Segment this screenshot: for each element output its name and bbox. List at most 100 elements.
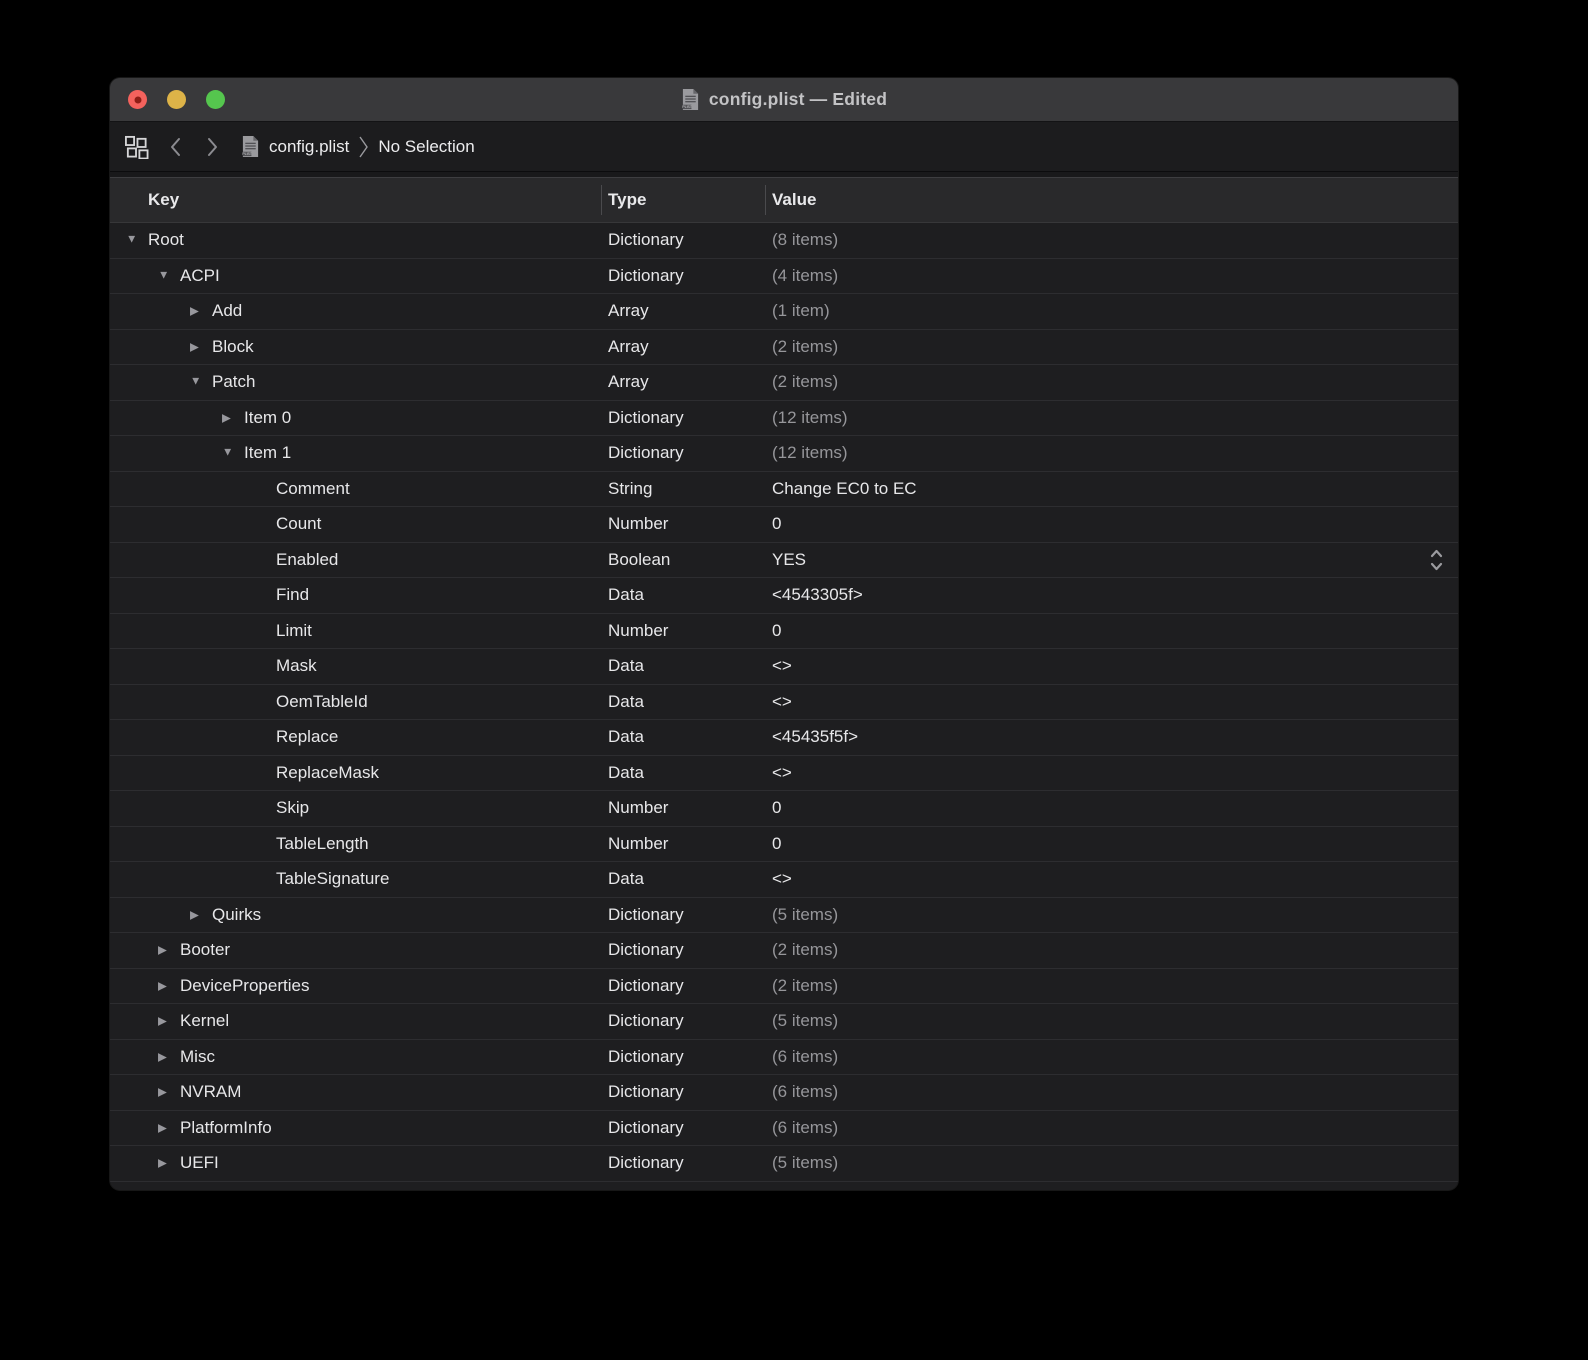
- table-row[interactable]: LimitNumber0: [110, 614, 1458, 650]
- row-value-cell[interactable]: (1 item): [765, 301, 1458, 321]
- row-value-cell[interactable]: <>: [765, 692, 1458, 712]
- disclosure-collapsed-icon[interactable]: ▶: [222, 410, 244, 424]
- related-items-button[interactable]: [124, 134, 149, 159]
- row-value-cell[interactable]: (12 items): [765, 408, 1458, 428]
- table-row[interactable]: ▶BooterDictionary(2 items): [110, 933, 1458, 969]
- breadcrumb-selection[interactable]: No Selection: [378, 137, 474, 157]
- table-row[interactable]: FindData<4543305f>: [110, 578, 1458, 614]
- row-value-cell[interactable]: <>: [765, 869, 1458, 889]
- disclosure-collapsed-icon[interactable]: ▶: [158, 978, 180, 992]
- row-value-cell[interactable]: (5 items): [765, 1153, 1458, 1173]
- row-value-cell[interactable]: 0: [765, 798, 1458, 818]
- table-row[interactable]: SkipNumber0: [110, 791, 1458, 827]
- row-value-cell[interactable]: 0: [765, 834, 1458, 854]
- column-header-key[interactable]: Key: [110, 178, 601, 222]
- table-row[interactable]: ▶MiscDictionary(6 items): [110, 1040, 1458, 1076]
- disclosure-expanded-icon[interactable]: ▼: [126, 234, 148, 246]
- column-header-value[interactable]: Value: [765, 178, 1458, 222]
- row-type-cell[interactable]: Dictionary: [601, 1153, 765, 1173]
- row-value-cell[interactable]: (12 items): [765, 443, 1458, 463]
- row-value-cell[interactable]: (6 items): [765, 1047, 1458, 1067]
- row-value-cell[interactable]: (5 items): [765, 1011, 1458, 1031]
- boolean-stepper-icon[interactable]: [1429, 548, 1444, 572]
- table-row[interactable]: ▶AddArray(1 item): [110, 294, 1458, 330]
- row-value-cell[interactable]: <>: [765, 656, 1458, 676]
- disclosure-collapsed-icon[interactable]: ▶: [158, 943, 180, 957]
- row-type-cell[interactable]: String: [601, 479, 765, 499]
- disclosure-collapsed-icon[interactable]: ▶: [190, 907, 212, 921]
- disclosure-collapsed-icon[interactable]: ▶: [158, 1156, 180, 1170]
- row-type-cell[interactable]: Dictionary: [601, 905, 765, 925]
- table-row[interactable]: TableLengthNumber0: [110, 827, 1458, 863]
- back-button[interactable]: [169, 137, 182, 157]
- row-type-cell[interactable]: Boolean: [601, 550, 765, 570]
- table-row[interactable]: CommentStringChange EC0 to EC: [110, 472, 1458, 508]
- row-type-cell[interactable]: Data: [601, 656, 765, 676]
- table-row[interactable]: TableSignatureData<>: [110, 862, 1458, 898]
- row-type-cell[interactable]: Number: [601, 798, 765, 818]
- table-row[interactable]: ▶KernelDictionary(5 items): [110, 1004, 1458, 1040]
- table-row[interactable]: ▶QuirksDictionary(5 items): [110, 898, 1458, 934]
- row-value-cell[interactable]: (6 items): [765, 1118, 1458, 1138]
- disclosure-expanded-icon[interactable]: ▼: [222, 447, 244, 459]
- row-type-cell[interactable]: Array: [601, 337, 765, 357]
- row-value-cell[interactable]: (4 items): [765, 266, 1458, 286]
- table-row[interactable]: ▶DevicePropertiesDictionary(2 items): [110, 969, 1458, 1005]
- row-type-cell[interactable]: Data: [601, 869, 765, 889]
- row-value-cell[interactable]: (5 items): [765, 905, 1458, 925]
- disclosure-expanded-icon[interactable]: ▼: [190, 376, 212, 388]
- row-value-cell[interactable]: Change EC0 to EC: [765, 479, 1458, 499]
- minimize-button[interactable]: [167, 90, 186, 109]
- row-value-cell[interactable]: (8 items): [765, 230, 1458, 250]
- title-bar[interactable]: PLIST config.plist — Edited: [110, 78, 1458, 122]
- table-row[interactable]: OemTableIdData<>: [110, 685, 1458, 721]
- row-value-cell[interactable]: (2 items): [765, 976, 1458, 996]
- column-header-type[interactable]: Type: [601, 178, 765, 222]
- row-type-cell[interactable]: Dictionary: [601, 1011, 765, 1031]
- plist-document-icon[interactable]: PLIST: [681, 88, 700, 111]
- table-row[interactable]: EnabledBooleanYES: [110, 543, 1458, 579]
- row-type-cell[interactable]: Dictionary: [601, 408, 765, 428]
- row-type-cell[interactable]: Dictionary: [601, 443, 765, 463]
- row-value-cell[interactable]: <>: [765, 763, 1458, 783]
- zoom-button[interactable]: [206, 90, 225, 109]
- row-type-cell[interactable]: Dictionary: [601, 940, 765, 960]
- table-row[interactable]: ▶Item 0Dictionary(12 items): [110, 401, 1458, 437]
- disclosure-collapsed-icon[interactable]: ▶: [158, 1085, 180, 1099]
- table-row[interactable]: ▶BlockArray(2 items): [110, 330, 1458, 366]
- row-type-cell[interactable]: Data: [601, 727, 765, 747]
- row-type-cell[interactable]: Dictionary: [601, 1047, 765, 1067]
- table-row[interactable]: ▶UEFIDictionary(5 items): [110, 1146, 1458, 1182]
- disclosure-collapsed-icon[interactable]: ▶: [158, 1049, 180, 1063]
- disclosure-collapsed-icon[interactable]: ▶: [158, 1120, 180, 1134]
- row-type-cell[interactable]: Dictionary: [601, 230, 765, 250]
- disclosure-collapsed-icon[interactable]: ▶: [158, 1014, 180, 1028]
- row-value-cell[interactable]: (2 items): [765, 372, 1458, 392]
- table-row[interactable]: ▼PatchArray(2 items): [110, 365, 1458, 401]
- row-type-cell[interactable]: Dictionary: [601, 266, 765, 286]
- disclosure-collapsed-icon[interactable]: ▶: [190, 304, 212, 318]
- row-type-cell[interactable]: Array: [601, 301, 765, 321]
- forward-button[interactable]: [206, 137, 219, 157]
- row-value-cell[interactable]: (2 items): [765, 940, 1458, 960]
- table-row[interactable]: ▶NVRAMDictionary(6 items): [110, 1075, 1458, 1111]
- row-type-cell[interactable]: Number: [601, 514, 765, 534]
- disclosure-collapsed-icon[interactable]: ▶: [190, 339, 212, 353]
- row-type-cell[interactable]: Dictionary: [601, 976, 765, 996]
- row-type-cell[interactable]: Number: [601, 834, 765, 854]
- table-row[interactable]: ReplaceMaskData<>: [110, 756, 1458, 792]
- breadcrumb-file[interactable]: config.plist: [269, 137, 349, 157]
- close-button[interactable]: [128, 90, 147, 109]
- row-value-cell[interactable]: <4543305f>: [765, 585, 1458, 605]
- row-type-cell[interactable]: Array: [601, 372, 765, 392]
- row-value-cell[interactable]: <45435f5f>: [765, 727, 1458, 747]
- row-type-cell[interactable]: Data: [601, 692, 765, 712]
- table-row[interactable]: ▼RootDictionary(8 items): [110, 223, 1458, 259]
- row-type-cell[interactable]: Data: [601, 763, 765, 783]
- table-row[interactable]: MaskData<>: [110, 649, 1458, 685]
- row-value-cell[interactable]: YES: [765, 550, 1458, 570]
- row-type-cell[interactable]: Dictionary: [601, 1082, 765, 1102]
- table-row[interactable]: CountNumber0: [110, 507, 1458, 543]
- row-value-cell[interactable]: (2 items): [765, 337, 1458, 357]
- row-type-cell[interactable]: Dictionary: [601, 1118, 765, 1138]
